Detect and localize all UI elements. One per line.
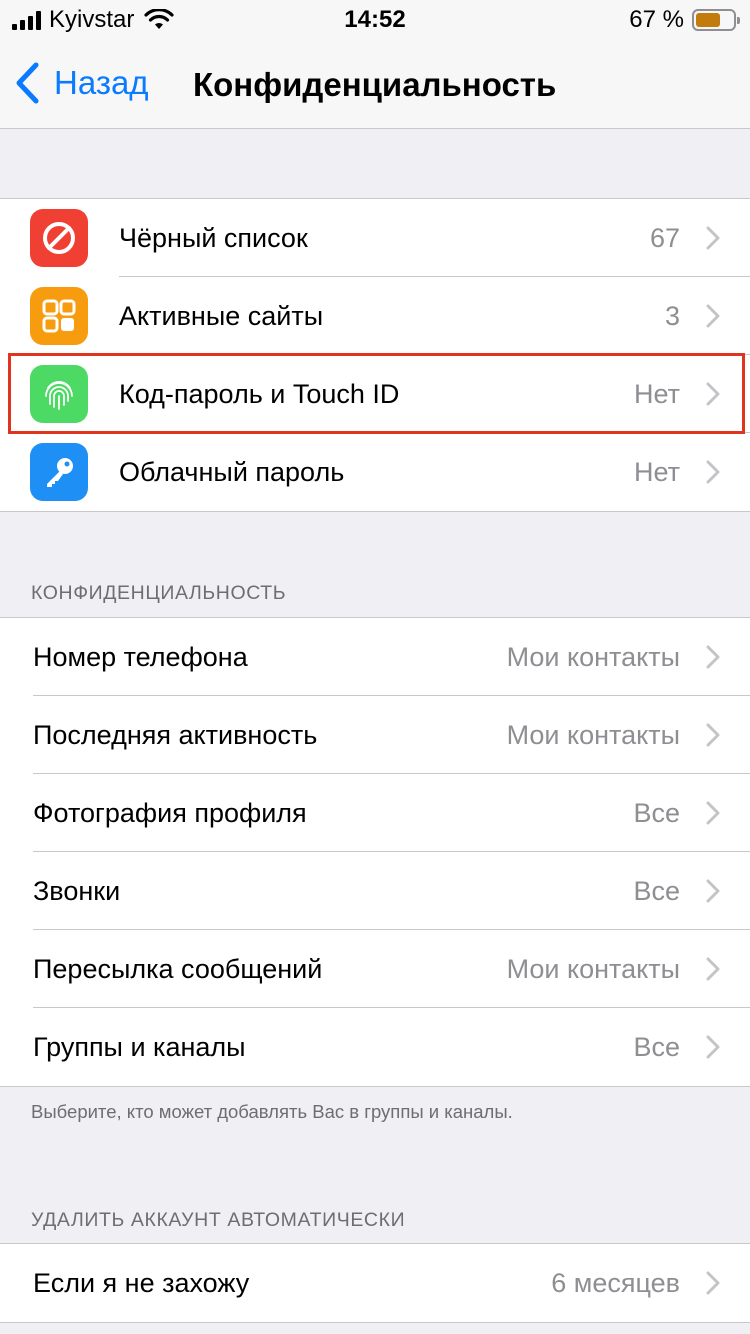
grid-icon — [30, 287, 88, 345]
row-value: Нет — [634, 456, 680, 487]
chevron-right-icon — [706, 879, 720, 903]
row-label: Фотография профиля — [33, 797, 307, 828]
chevron-left-icon — [16, 62, 39, 104]
privacy-section-header: КОНФИДЕНЦИАЛЬНОСТЬ — [31, 582, 287, 604]
row-profile-photo[interactable]: Фотография профиля Все — [0, 774, 750, 852]
chevron-right-icon — [706, 460, 720, 484]
row-label: Звонки — [33, 875, 121, 906]
row-if-away-for[interactable]: Если я не захожу 6 месяцев — [0, 1244, 750, 1322]
row-label: Активные сайты — [119, 300, 324, 331]
back-button-label: Назад — [54, 64, 149, 101]
row-value: Мои контакты — [506, 641, 680, 672]
delete-account-group: Если я не захожу 6 месяцев — [0, 1243, 750, 1323]
blocked-icon — [30, 209, 88, 267]
row-last-seen[interactable]: Последняя активность Мои контакты — [0, 696, 750, 774]
status-bar: Kyivstar 14:52 67 % — [0, 0, 750, 40]
row-label: Если я не захожу — [33, 1267, 250, 1298]
row-label: Облачный пароль — [119, 456, 345, 487]
chevron-right-icon — [706, 226, 720, 250]
privacy-group: Номер телефона Мои контакты Последняя ак… — [0, 617, 750, 1087]
chevron-right-icon — [706, 645, 720, 669]
row-value: Мои контакты — [506, 953, 680, 984]
row-phone-number[interactable]: Номер телефона Мои контакты — [0, 618, 750, 696]
row-value: 6 месяцев — [551, 1267, 680, 1298]
chevron-right-icon — [706, 1271, 720, 1295]
battery-level — [696, 13, 721, 27]
status-right: 67 % — [629, 6, 740, 34]
chevron-right-icon — [706, 304, 720, 328]
navigation-bar: Назад Конфиденциальность — [0, 40, 750, 129]
row-value: 67 — [649, 222, 680, 253]
delete-account-section-header: УДАЛИТЬ АККАУНТ АВТОМАТИЧЕСКИ — [31, 1209, 406, 1231]
chevron-right-icon — [706, 1035, 720, 1059]
row-label: Группы и каналы — [33, 1031, 246, 1062]
battery-percent: 67 % — [629, 6, 684, 33]
privacy-section-footer: Выберите, кто может добавлять Вас в груп… — [31, 1101, 513, 1122]
row-label: Чёрный список — [119, 222, 308, 253]
chevron-right-icon — [706, 723, 720, 747]
row-value: 3 — [664, 300, 680, 331]
row-label: Пересылка сообщений — [33, 953, 323, 984]
row-value: Мои контакты — [506, 719, 680, 750]
highlight-frame — [8, 353, 745, 434]
row-value: Все — [633, 797, 680, 828]
row-value: Все — [633, 1031, 680, 1062]
battery-icon — [692, 9, 740, 31]
row-forwarded-messages[interactable]: Пересылка сообщений Мои контакты — [0, 930, 750, 1008]
row-groups-channels[interactable]: Группы и каналы Все — [0, 1008, 750, 1086]
row-label: Последняя активность — [33, 719, 318, 750]
row-label: Номер телефона — [33, 641, 248, 672]
key-icon — [30, 443, 88, 501]
chevron-right-icon — [706, 957, 720, 981]
row-value: Все — [633, 875, 680, 906]
back-button[interactable]: Назад — [14, 62, 149, 104]
row-active-sites[interactable]: Активные сайты 3 — [0, 277, 750, 355]
chevron-right-icon — [706, 801, 720, 825]
row-calls[interactable]: Звонки Все — [0, 852, 750, 930]
row-cloud-password[interactable]: Облачный пароль Нет — [0, 433, 750, 511]
row-blocked-users[interactable]: Чёрный список 67 — [0, 199, 750, 277]
page-title: Конфиденциальность — [193, 66, 557, 103]
